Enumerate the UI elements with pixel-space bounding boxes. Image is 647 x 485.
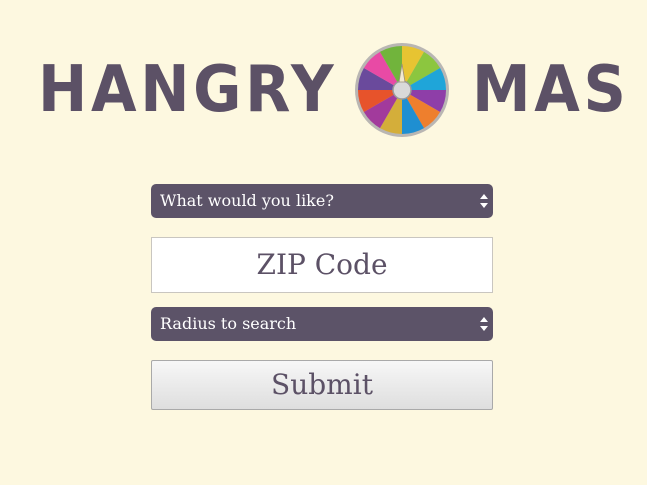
- logo: HANGRY N MAS: [0, 42, 647, 138]
- spin-wheel-icon: [355, 43, 449, 137]
- select-arrows-icon: [480, 317, 488, 331]
- logo-text-right: MAS: [472, 53, 630, 127]
- select-arrows-icon: [480, 194, 488, 208]
- radius-select[interactable]: Radius to search: [151, 307, 493, 341]
- submit-button[interactable]: Submit: [151, 360, 493, 410]
- zip-code-input[interactable]: ZIP Code: [151, 237, 493, 293]
- food-select[interactable]: What would you like?: [151, 184, 493, 218]
- radius-select-value: Radius to search: [160, 314, 297, 333]
- wheel-hub: [392, 80, 412, 100]
- food-select-value: What would you like?: [160, 191, 334, 210]
